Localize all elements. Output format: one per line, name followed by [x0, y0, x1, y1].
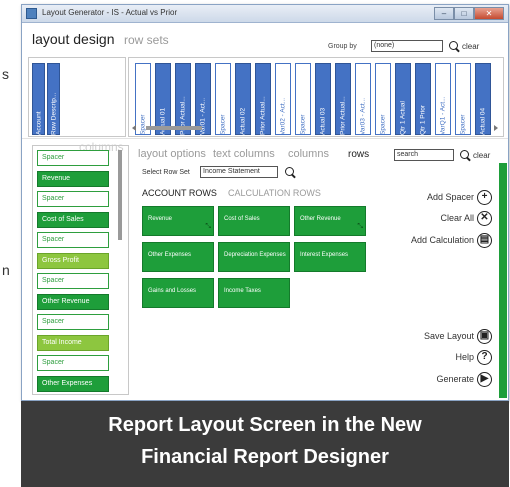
search-icon[interactable]	[285, 167, 294, 176]
add-calculation-label: Add Calculation	[410, 235, 474, 245]
screenshot-stage: s n Layout Generator - IS - Actual vs Pr…	[0, 0, 510, 487]
tab-layout-design[interactable]: layout design	[32, 31, 115, 47]
account-tile-label: Other Revenue	[300, 216, 341, 222]
account-tile[interactable]: Other Revenue ⤡	[294, 206, 366, 236]
layout-generator-window: Layout Generator - IS - Actual vs Prior …	[21, 4, 509, 401]
account-tile-label: Gains and Losses	[148, 288, 197, 294]
search-icon[interactable]	[449, 41, 458, 50]
minimize-button[interactable]: –	[434, 7, 454, 20]
tab-calculation-rows[interactable]: CALCULATION ROWS	[228, 188, 321, 198]
maximize-button[interactable]: □	[454, 7, 474, 20]
column-strip-label: Row Descrip...	[50, 92, 57, 135]
account-tile[interactable]: Interest Expenses	[294, 242, 366, 272]
group-by-select[interactable]: (none)	[371, 40, 443, 52]
account-tile-label: Income Taxes	[224, 288, 261, 294]
outside-text-fragment: s	[2, 66, 9, 82]
save-layout-button[interactable]: Save Layout ▣	[424, 328, 492, 344]
help-button[interactable]: Help?	[455, 349, 492, 365]
account-tile-label: Interest Expenses	[300, 252, 349, 258]
row-item[interactable]: Spacer	[37, 314, 109, 330]
help-icon[interactable]: ?	[477, 349, 492, 365]
tab-rows[interactable]: rows	[348, 149, 369, 160]
column-strip-row-description[interactable]: Row Descrip...	[47, 63, 60, 135]
account-tile[interactable]: Depreciation Expenses	[218, 242, 290, 272]
account-tile[interactable]: Revenue ⤡	[142, 206, 214, 236]
tab-columns[interactable]: columns	[288, 148, 329, 160]
panel-edge-bar	[499, 163, 507, 398]
play-icon[interactable]: ▶	[477, 371, 492, 387]
clear-all-button[interactable]: Clear All ✕	[440, 210, 492, 226]
row-item[interactable]: Spacer	[37, 232, 109, 248]
row-item[interactable]: Other Revenue	[37, 293, 109, 310]
row-item[interactable]: Revenue	[37, 170, 109, 187]
row-list-panel: Spacer Revenue Spacer Cost of Sales Spacer Gr…	[32, 145, 129, 395]
group-by-label: Group by	[328, 43, 357, 50]
section-divider	[22, 138, 508, 139]
help-label: Help	[455, 352, 474, 362]
account-tile-label: Depreciation Expenses	[224, 252, 286, 258]
account-tile-label: Revenue	[148, 216, 173, 222]
tab-text-columns[interactable]: text columns	[213, 148, 275, 160]
vertical-scrollbar[interactable]	[116, 148, 124, 394]
plus-icon[interactable]: +	[477, 189, 492, 205]
save-icon[interactable]: ▣	[477, 328, 492, 344]
row-set-select[interactable]: Income Statement	[200, 166, 278, 178]
search-icon[interactable]	[460, 150, 469, 159]
row-item[interactable]: Total Income	[37, 334, 109, 351]
row-item[interactable]: Gross Profit	[37, 252, 109, 269]
account-tile[interactable]: Income Taxes	[218, 278, 290, 308]
scroll-thumb[interactable]	[146, 126, 202, 130]
calculator-icon[interactable]: ▤	[477, 232, 492, 248]
window-controls: – □ ✕	[434, 7, 504, 21]
resize-handle-icon[interactable]: ⤡	[357, 223, 363, 231]
column-strip-label: Account	[35, 111, 42, 136]
caption-line: Financial Report Designer	[141, 446, 389, 468]
save-layout-label: Save Layout	[423, 331, 474, 341]
search-clear-link[interactable]: clear	[473, 151, 490, 160]
generate-button[interactable]: Generate ▶	[436, 371, 492, 387]
resize-handle-icon[interactable]: ⤡	[205, 223, 211, 231]
row-set-label: Select Row Set	[142, 169, 190, 176]
add-calculation-button[interactable]: Add Calculation ▤	[411, 232, 492, 248]
row-item[interactable]: Other Expenses	[37, 375, 109, 392]
account-tile[interactable]: Cost of Sales	[218, 206, 290, 236]
add-spacer-button[interactable]: Add Spacer +	[427, 189, 492, 205]
account-tile-label: Cost of Sales	[224, 216, 260, 222]
outside-text-fragment: n	[2, 262, 10, 278]
row-item[interactable]: Spacer	[37, 355, 109, 371]
title-bar: Layout Generator - IS - Actual vs Prior …	[22, 5, 508, 23]
search-input[interactable]: search	[394, 149, 454, 161]
row-item[interactable]: Spacer	[37, 273, 109, 289]
scroll-right-icon[interactable]	[494, 125, 498, 131]
clear-all-label: Clear All	[440, 213, 474, 223]
tab-account-rows[interactable]: ACCOUNT ROWS	[142, 188, 217, 198]
horizontal-scrollbar[interactable]	[130, 124, 500, 132]
group-by-clear-link[interactable]: clear	[462, 42, 479, 51]
row-item[interactable]: Cost of Sales	[37, 211, 109, 228]
close-icon[interactable]: ✕	[477, 210, 492, 226]
close-button[interactable]: ✕	[474, 7, 504, 20]
add-spacer-label: Add Spacer	[426, 192, 474, 202]
window-title: Layout Generator - IS - Actual vs Prior	[42, 8, 178, 17]
generate-label: Generate	[436, 374, 474, 384]
caption-banner: Report Layout Screen in the New Financia…	[21, 401, 509, 487]
row-item[interactable]: Spacer	[37, 191, 109, 207]
scroll-thumb[interactable]	[118, 150, 122, 240]
account-tile[interactable]: Gains and Losses	[142, 278, 214, 308]
app-icon	[26, 8, 37, 19]
tab-layout-options[interactable]: layout options	[138, 148, 206, 160]
caption-line: Report Layout Screen in the New	[108, 414, 422, 436]
row-item[interactable]: Spacer	[37, 150, 109, 166]
column-strip-account[interactable]: Account	[32, 63, 45, 135]
account-tile[interactable]: Other Expenses	[142, 242, 214, 272]
scroll-left-icon[interactable]	[132, 125, 136, 131]
tab-row-sets[interactable]: row sets	[124, 33, 169, 47]
account-tile-label: Other Expenses	[148, 252, 192, 258]
